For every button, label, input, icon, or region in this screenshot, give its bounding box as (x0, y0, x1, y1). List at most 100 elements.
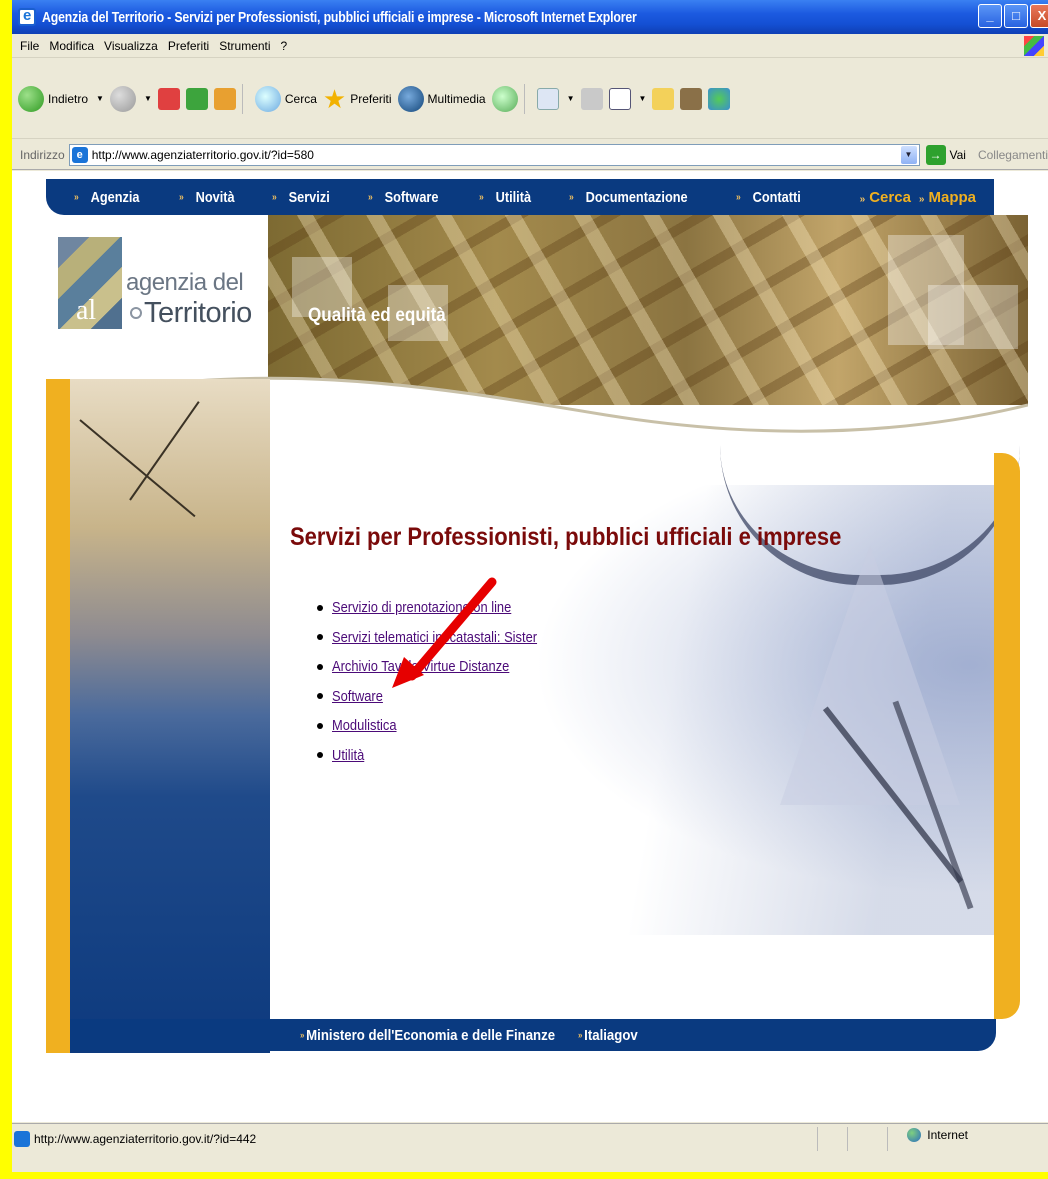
address-url: http://www.agenziaterritorio.gov.it/?id=… (91, 147, 314, 162)
banner-tile (928, 285, 1018, 349)
nav-tools: » Cerca » Mappa (860, 189, 976, 206)
nav-bullet-icon: » (918, 193, 925, 205)
nav-bullet-icon: » (272, 191, 278, 203)
nav-label: Contatti (752, 188, 801, 206)
edit-button[interactable]: ▼ (608, 87, 647, 110)
footer-label: Ministero dell'Economia e delle Finanze (306, 1026, 556, 1044)
link-sister[interactable]: Servizi telematici ipocatastali: Sister (332, 629, 537, 646)
address-label: Indirizzo (20, 147, 65, 162)
list-item: Utilità (317, 741, 570, 771)
refresh-button[interactable] (185, 87, 208, 110)
go-label: Vai (949, 147, 966, 162)
nav-agenzia[interactable]: » Agenzia (74, 189, 140, 206)
nav-documentazione[interactable]: » Documentazione (569, 189, 688, 206)
messenger-button[interactable] (708, 87, 731, 110)
globe-icon (907, 1128, 922, 1142)
home-button[interactable] (213, 87, 236, 110)
menu-file[interactable]: File (20, 39, 39, 53)
favorites-button[interactable]: ★ Preferiti (323, 86, 392, 112)
discuss-button[interactable] (652, 87, 675, 110)
research-button[interactable] (680, 87, 703, 110)
nav-utilita[interactable]: » Utilità (479, 189, 531, 206)
back-button[interactable]: Indietro ▼ (18, 85, 104, 112)
nav-label: Software (385, 188, 439, 206)
chevron-down-icon: ▼ (566, 94, 575, 103)
chevron-down-icon: ▼ (96, 94, 104, 103)
toolbar-separator (241, 83, 243, 114)
nav-contatti[interactable]: » Contatti (736, 189, 801, 206)
search-button[interactable]: Cerca (254, 85, 317, 112)
nav-label: Novità (195, 188, 235, 206)
banner-slogan: Qualità ed equità (308, 305, 446, 326)
link-modulistica[interactable]: Modulistica (332, 717, 397, 734)
menu-help[interactable]: ? (281, 39, 288, 53)
back-arrow-icon (18, 85, 44, 112)
nav-novita[interactable]: » Novità (179, 189, 235, 206)
history-button[interactable] (491, 85, 518, 112)
page-icon (14, 1131, 30, 1147)
page-title: Servizi per Professionisti, pubblici uff… (290, 523, 842, 551)
chevron-down-icon: ▼ (638, 94, 647, 103)
printer-icon (580, 87, 603, 110)
web-page: » Agenzia » Novità » Servizi » Software » Uti… (12, 171, 1048, 1122)
menu-preferiti[interactable]: Preferiti (168, 39, 209, 53)
footer-label: Italiagov (583, 1026, 638, 1044)
nav-software[interactable]: » Software (368, 189, 438, 206)
minimize-button[interactable]: _ (978, 4, 1002, 28)
chevron-down-icon: ▼ (143, 94, 152, 103)
site-footer: » Ministero dell'Economia e delle Finanze… (270, 1019, 996, 1051)
menu-modifica[interactable]: Modifica (49, 39, 94, 53)
site-navigation: » Agenzia » Novità » Servizi » Software » Uti… (46, 179, 994, 215)
link-utilita[interactable]: Utilità (332, 747, 364, 764)
menu-strumenti[interactable]: Strumenti (219, 39, 270, 53)
browser-window: Agenzia del Territorio - Servizi per Pro… (12, 0, 1048, 1172)
history-icon (491, 85, 518, 112)
bullet-icon (317, 634, 323, 641)
book-icon (680, 87, 703, 110)
close-button[interactable]: X (1030, 4, 1048, 28)
search-icon (254, 85, 281, 112)
footer-link-ministero[interactable]: » Ministero dell'Economia e delle Finanze (300, 1027, 555, 1044)
address-dropdown-chevron-icon[interactable]: ▼ (900, 145, 917, 164)
address-bar: Indirizzo e http://www.agenziaterritorio… (12, 140, 1048, 170)
footer-link-italiagov[interactable]: » Italiagov (578, 1027, 638, 1044)
footer-gold-strip (46, 1019, 70, 1051)
status-divider (887, 1127, 888, 1151)
link-software[interactable]: Software (332, 688, 383, 705)
links-label[interactable]: Collegamenti (978, 148, 1048, 162)
link-archivio[interactable]: Archivio Tavole Virtue Distanze (332, 658, 509, 675)
nav-bullet-icon: » (736, 191, 741, 203)
menu-bar: File Modifica Visualizza Preferiti Strum… (12, 34, 1048, 58)
stop-button[interactable] (157, 87, 180, 110)
bullet-icon (317, 604, 323, 611)
list-item: Servizi telematici ipocatastali: Sister (317, 623, 570, 653)
menu-visualizza[interactable]: Visualizza (104, 39, 158, 53)
star-icon: ★ (322, 83, 347, 114)
maximize-button[interactable]: □ (1004, 4, 1028, 28)
back-label: Indietro (48, 91, 89, 106)
refresh-icon (185, 87, 208, 110)
security-zone: Internet (907, 1128, 968, 1142)
nav-mappa[interactable]: » Mappa (919, 189, 976, 206)
messenger-icon (708, 87, 731, 110)
forward-arrow-icon (109, 85, 136, 112)
toolbar: Indietro ▼ ▼ Cerca ★ Preferiti Multimedi… (12, 59, 1048, 139)
nav-bullet-icon: » (568, 191, 574, 203)
address-input[interactable]: e http://www.agenziaterritorio.gov.it/?i… (68, 143, 920, 166)
status-divider (847, 1127, 848, 1151)
list-item: Software (317, 682, 570, 712)
media-button[interactable]: Multimedia (397, 85, 486, 112)
mail-button[interactable]: ▼ (536, 87, 575, 110)
print-button[interactable] (580, 87, 603, 110)
nav-cerca[interactable]: » Cerca (860, 189, 911, 206)
windows-logo-icon (1024, 36, 1044, 56)
nav-label: Mappa (928, 188, 976, 206)
window-controls: _ □ X (978, 4, 1048, 28)
link-prenotazione[interactable]: Servizio di prenotazione on line (332, 599, 511, 616)
go-button[interactable]: → Vai (925, 144, 966, 165)
nav-servizi[interactable]: » Servizi (272, 189, 330, 206)
favorites-label: Preferiti (350, 91, 392, 106)
toolbar-separator (523, 83, 525, 114)
list-item: Servizio di prenotazione on line (317, 593, 570, 623)
forward-button[interactable]: ▼ (109, 85, 152, 112)
